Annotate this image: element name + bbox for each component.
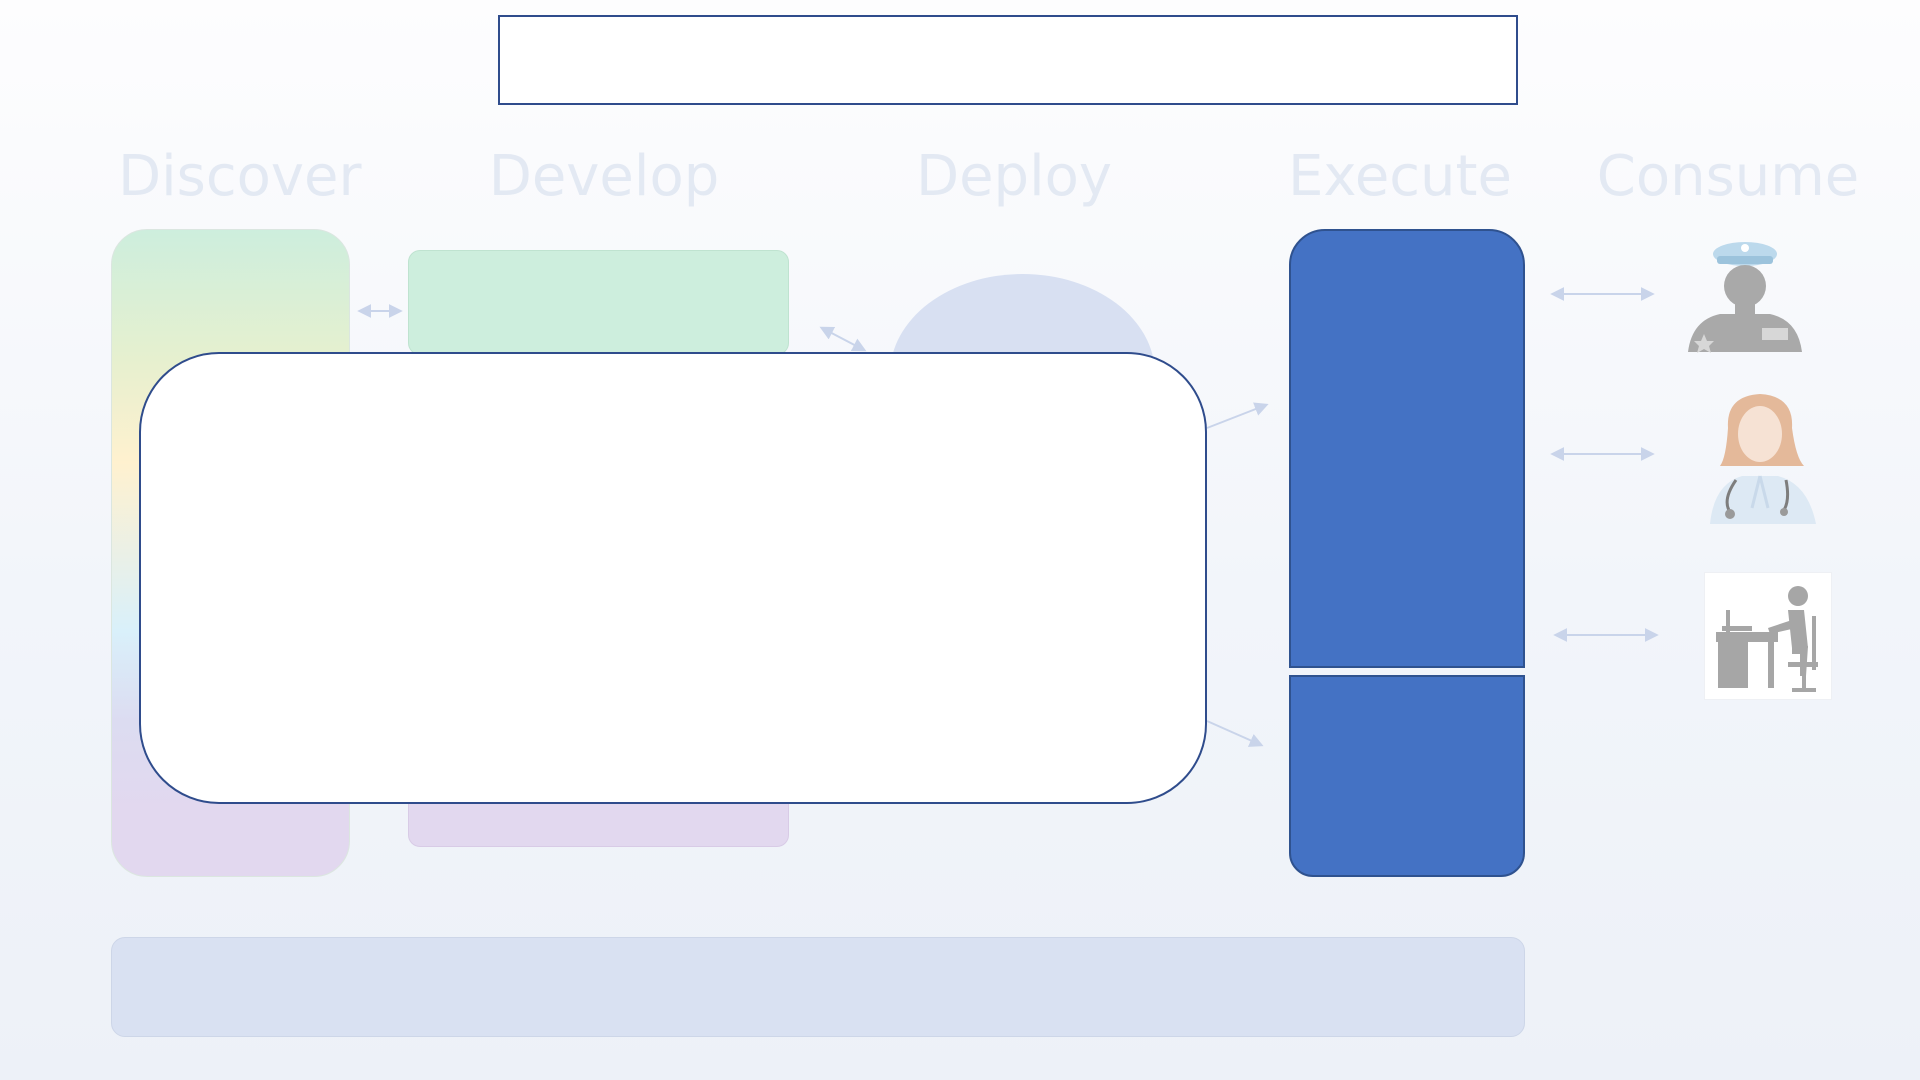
doctor-icon <box>1710 394 1816 524</box>
arrow-develop-deploy <box>819 326 867 352</box>
phase-label-discover: Discover <box>118 144 362 209</box>
arrow-deploy-execute-bottom <box>1206 720 1264 747</box>
phase-label-consume: Consume <box>1596 144 1860 209</box>
arrow-deploy-execute-top <box>1206 402 1269 429</box>
phase-label-deploy: Deploy <box>915 144 1113 209</box>
execute-top-block <box>1289 229 1525 668</box>
main-panel <box>139 352 1207 804</box>
develop-top-box <box>408 250 789 355</box>
bottom-bar <box>111 937 1525 1037</box>
police-officer-icon <box>1688 242 1802 353</box>
phase-label-develop: Develop <box>488 144 720 209</box>
title-box <box>498 15 1518 105</box>
phase-label-execute: Execute <box>1288 144 1512 209</box>
office-worker-icon <box>1716 586 1818 692</box>
execute-bottom-block <box>1289 675 1525 877</box>
